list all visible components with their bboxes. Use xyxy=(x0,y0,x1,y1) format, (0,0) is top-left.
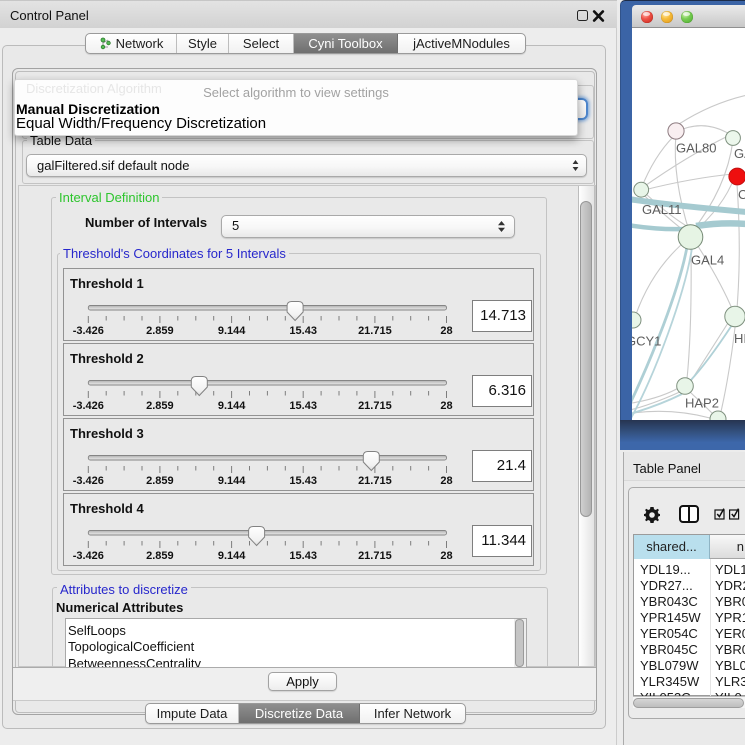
svg-text:GAL11: GAL11 xyxy=(642,202,682,217)
svg-text:GAL80: GAL80 xyxy=(676,141,716,156)
svg-text:HAP2: HAP2 xyxy=(685,396,719,411)
svg-text:GA: GA xyxy=(734,146,745,161)
svg-text:C: C xyxy=(738,187,745,202)
svg-text:GAL4: GAL4 xyxy=(691,253,724,268)
svg-text:HI: HI xyxy=(734,331,745,346)
svg-text:GCY1: GCY1 xyxy=(632,334,661,349)
